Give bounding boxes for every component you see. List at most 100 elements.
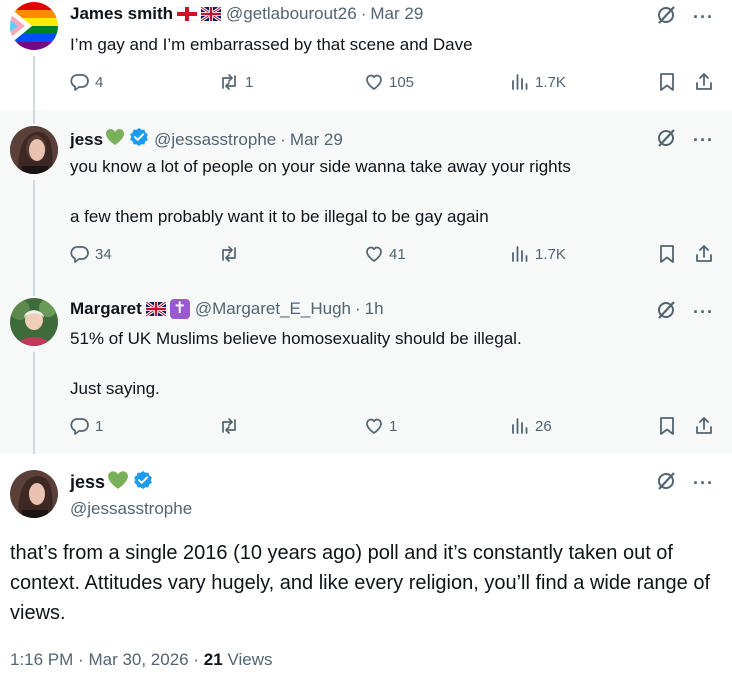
heart-icon (366, 74, 382, 90)
tweet-2[interactable]: jess @jessasstrophe · Mar 29 ··· you kno… (0, 110, 732, 282)
grok-icon[interactable] (655, 4, 677, 31)
grok-icon[interactable] (655, 470, 677, 497)
like-count: 1 (389, 417, 398, 435)
green-heart-icon (105, 128, 125, 151)
author-name[interactable]: Margaret (70, 299, 142, 319)
share-button[interactable] (694, 416, 714, 436)
thread-line (33, 352, 35, 454)
share-icon (696, 417, 712, 434)
author-handle[interactable]: @Margaret_E_Hugh (195, 299, 351, 319)
green-heart-icon (107, 470, 129, 495)
avatar-jess[interactable] (10, 470, 58, 518)
views-chart-icon (512, 418, 528, 434)
heart-icon (366, 418, 382, 434)
bookmark-icon (660, 417, 674, 435)
reply-icon (70, 74, 89, 91)
author-name[interactable]: jess (70, 130, 103, 150)
bookmark-icon (660, 73, 674, 91)
reply-button[interactable]: 34 (70, 244, 112, 264)
separator-dot: · (193, 650, 200, 669)
more-options-icon[interactable]: ··· (693, 473, 714, 494)
retweet-icon (222, 74, 236, 90)
england-flag-icon (177, 7, 197, 21)
retweet-button[interactable] (218, 244, 245, 264)
author-handle[interactable]: @jessasstrophe (154, 130, 276, 150)
uk-flag-icon (145, 302, 166, 316)
avatar-margaret[interactable] (10, 298, 58, 346)
more-options-icon[interactable]: ··· (693, 302, 714, 323)
author-handle[interactable]: @jessasstrophe (70, 499, 192, 519)
tweet-text: I’m gay and I’m embarrassed by that scen… (70, 35, 473, 54)
thread-line (33, 110, 35, 124)
tweet-text: you know a lot of people on your side wa… (70, 157, 571, 226)
tweet-1[interactable]: James smith @getlabourout26 · Mar 29 ···… (0, 0, 732, 114)
thread-line (33, 180, 35, 282)
bookmark-button[interactable] (658, 416, 676, 436)
separator-dot: · (354, 299, 361, 318)
more-options-icon[interactable]: ··· (693, 7, 714, 28)
share-icon (696, 245, 712, 262)
retweet-count: 1 (245, 73, 254, 91)
share-button[interactable] (694, 72, 714, 92)
verified-badge-icon (133, 470, 153, 495)
grok-icon[interactable] (655, 299, 677, 326)
separator-dot: · (280, 129, 286, 149)
retweet-icon (222, 246, 236, 262)
separator-dot: · (78, 650, 84, 669)
rainbow-flag-avatar (10, 2, 58, 50)
share-icon (696, 73, 712, 90)
reply-icon (70, 246, 89, 263)
like-count: 41 (389, 245, 406, 263)
reply-count: 34 (95, 245, 112, 263)
separator-dot: · (360, 4, 367, 23)
views-chart-icon (512, 74, 528, 90)
retweet-button[interactable]: 1 (218, 72, 253, 92)
views-button[interactable]: 26 (510, 416, 552, 436)
like-button[interactable]: 41 (364, 244, 406, 264)
tweet-3[interactable]: Margaret ✝ @Margaret_E_Hugh · 1h ··· 51%… (0, 282, 732, 454)
views-button[interactable]: 1.7K (510, 72, 566, 92)
tweet-full-date[interactable]: Mar 30, 2026 (88, 650, 188, 669)
reply-icon (70, 418, 89, 435)
main-tweet-text: that’s from a single 2016 (10 years ago)… (10, 542, 711, 624)
avatar-jess[interactable] (10, 126, 58, 174)
retweet-icon (222, 418, 236, 434)
views-count: 21 (203, 650, 223, 669)
author-name[interactable]: James smith (70, 4, 173, 24)
author-name[interactable]: jess (70, 472, 105, 493)
tweet-date[interactable]: Mar 29 (370, 4, 423, 24)
tweet-date[interactable]: 1h (365, 299, 384, 319)
views-button[interactable]: 1.7K (510, 244, 566, 264)
reply-button[interactable]: 1 (70, 416, 103, 436)
verified-badge-icon (129, 127, 149, 152)
avatar-james[interactable] (10, 2, 58, 50)
profile-photo (10, 470, 58, 518)
views-label: Views (227, 650, 273, 669)
thread-line (33, 56, 35, 114)
retweet-button[interactable] (218, 416, 245, 436)
bookmark-button[interactable] (658, 244, 676, 264)
like-button[interactable]: 105 (364, 72, 414, 92)
tweet-text: 51% of UK Muslims believe homosexuality … (70, 329, 522, 398)
reply-count: 1 (95, 417, 104, 435)
tweet-meta: 1:16 PM · Mar 30, 2026 · 21 Views (10, 650, 272, 670)
bookmark-button[interactable] (658, 72, 676, 92)
heart-icon (366, 246, 382, 262)
views-count: 1.7K (535, 73, 566, 91)
views-chart-icon (512, 246, 528, 262)
more-options-icon[interactable]: ··· (693, 130, 714, 151)
tweet-date[interactable]: Mar 29 (290, 130, 343, 150)
uk-flag-icon (201, 7, 221, 21)
author-handle[interactable]: @getlabourout26 (226, 4, 357, 24)
thread-line (33, 282, 35, 296)
tweet-time[interactable]: 1:16 PM (10, 650, 73, 669)
like-button[interactable]: 1 (364, 416, 397, 436)
like-count: 105 (389, 73, 415, 91)
grok-icon[interactable] (655, 127, 677, 154)
views-count: 1.7K (535, 245, 566, 263)
profile-photo (10, 298, 58, 346)
share-button[interactable] (694, 244, 714, 264)
reply-count: 4 (95, 73, 104, 91)
latin-cross-icon: ✝ (169, 299, 190, 319)
reply-button[interactable]: 4 (70, 72, 103, 92)
